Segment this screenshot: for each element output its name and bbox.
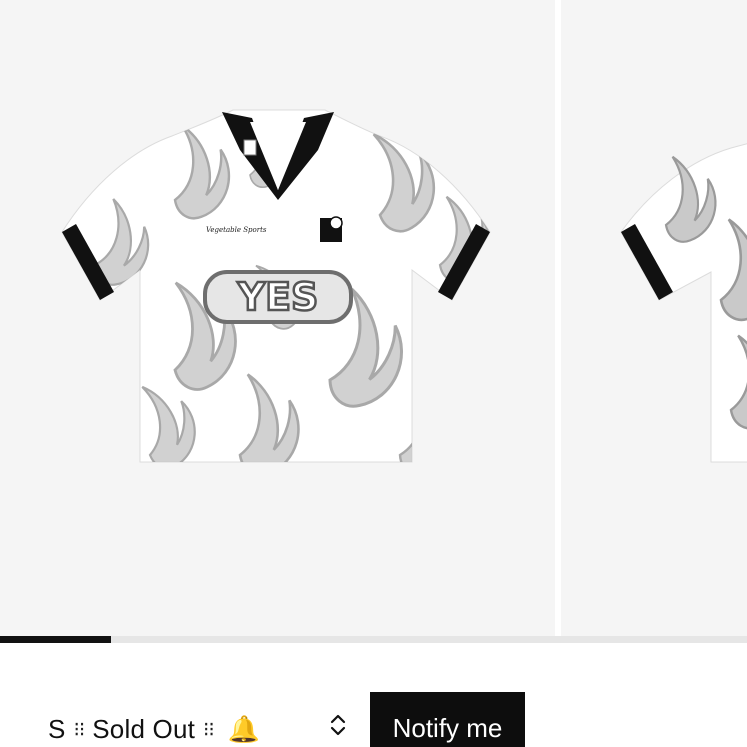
jersey-image-partial [620,143,747,463]
jersey-image: Vegetable Sports YES [61,109,491,463]
separator-2: ⁝⁝ [203,718,215,741]
stock-status: Sold Out [92,713,196,744]
gallery-progress-bar [0,636,747,643]
variant-selector[interactable]: S ⁝⁝ Sold Out ⁝⁝ 🔔 [48,709,260,747]
product-image-slide[interactable]: Vegetable Sports YES [0,0,555,636]
svg-text:Vegetable Sports: Vegetable Sports [206,226,267,234]
product-gallery[interactable]: Vegetable Sports YES [0,0,747,636]
separator: ⁝⁝ [73,718,86,741]
size-label: S [48,713,66,744]
notify-me-button[interactable]: Notify me [370,692,525,747]
variant-row: S ⁝⁝ Sold Out ⁝⁝ 🔔 Notify me [0,643,747,747]
product-image-slide-next[interactable] [561,0,747,636]
svg-text:YES: YES [237,275,319,319]
gallery-progress-fill [0,636,111,643]
bell-icon: 🔔 [227,713,261,744]
chevron-updown-icon[interactable] [330,713,346,737]
